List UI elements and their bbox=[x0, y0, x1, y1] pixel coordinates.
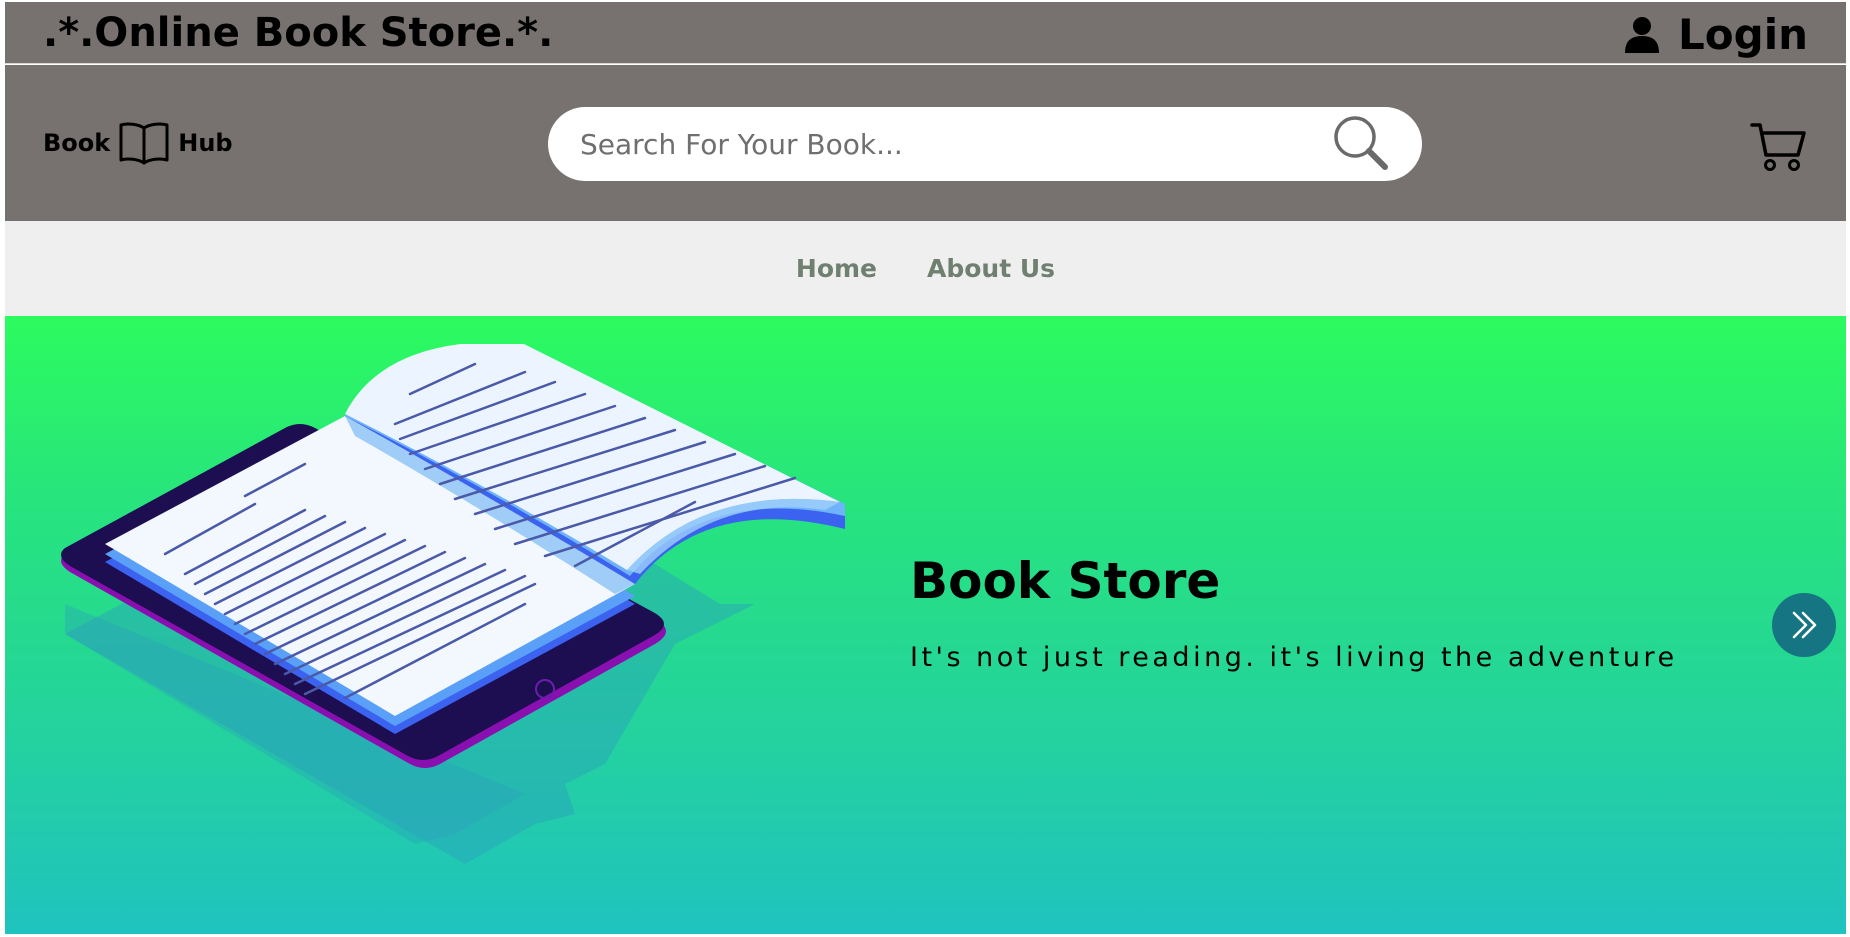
search-input[interactable] bbox=[580, 119, 1340, 169]
cart-icon[interactable] bbox=[1750, 121, 1806, 173]
hero-title: Book Store bbox=[910, 552, 1221, 610]
open-book-icon bbox=[119, 122, 169, 165]
hero-banner: Book Store It's not just reading. it's l… bbox=[5, 316, 1846, 934]
logo-text-right: Hub bbox=[178, 129, 233, 157]
chevron-double-right-icon bbox=[1792, 611, 1817, 639]
header: Book Hub bbox=[5, 65, 1846, 221]
user-icon bbox=[1625, 16, 1660, 53]
page: .*.Online Book Store.*. Login Book Hub S… bbox=[5, 2, 1846, 934]
search-icon[interactable] bbox=[1332, 114, 1390, 172]
book-tablet-illustration bbox=[61, 344, 845, 864]
hero-subtitle: It's not just reading. it's living the a… bbox=[910, 642, 1678, 673]
top-bar: .*.Online Book Store.*. Login bbox=[5, 2, 1846, 64]
login-label: Login bbox=[1678, 10, 1808, 59]
store-name: .*.Online Book Store.*. bbox=[43, 10, 554, 56]
search-bar bbox=[548, 107, 1422, 181]
nav-item-home[interactable]: Home bbox=[796, 254, 877, 283]
main-nav: Home About Us bbox=[5, 221, 1846, 316]
nav-item-about-us[interactable]: About Us bbox=[927, 254, 1055, 283]
carousel-next-button[interactable] bbox=[1772, 593, 1836, 657]
logo[interactable]: Book Hub bbox=[43, 120, 233, 166]
login-button[interactable]: Login bbox=[1624, 10, 1808, 59]
logo-text-left: Book bbox=[43, 129, 111, 157]
